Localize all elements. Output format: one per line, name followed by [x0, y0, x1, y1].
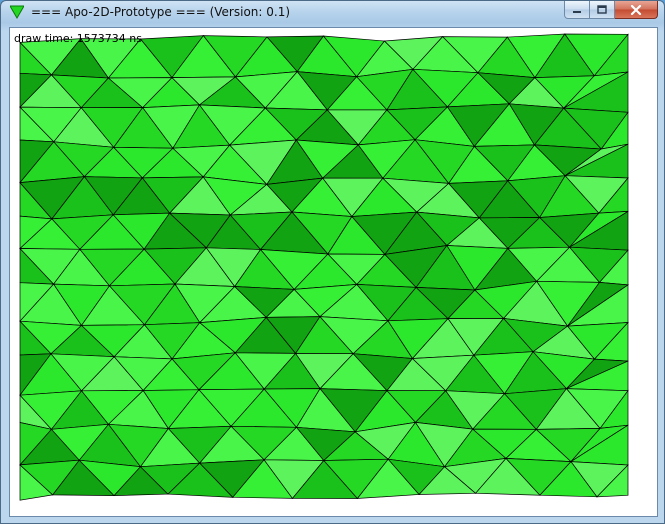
green-triangle-icon	[10, 5, 24, 19]
minimize-icon	[573, 10, 581, 13]
app-window: === Apo-2D-Prototype === (Version: 0.1)	[0, 0, 665, 524]
title-bar[interactable]: === Apo-2D-Prototype === (Version: 0.1)	[1, 1, 664, 25]
triangle-mesh	[19, 33, 630, 501]
close-button[interactable]	[615, 1, 658, 19]
maximize-icon	[597, 5, 607, 14]
window-title: === Apo-2D-Prototype === (Version: 0.1)	[31, 5, 291, 19]
maximize-button[interactable]	[590, 1, 615, 19]
render-canvas[interactable]: draw time: 1573734 ns	[9, 27, 658, 517]
draw-time-label: draw time: 1573734 ns	[14, 32, 142, 45]
minimize-button[interactable]	[564, 1, 590, 19]
close-icon	[630, 4, 642, 15]
caption-buttons	[564, 1, 658, 20]
